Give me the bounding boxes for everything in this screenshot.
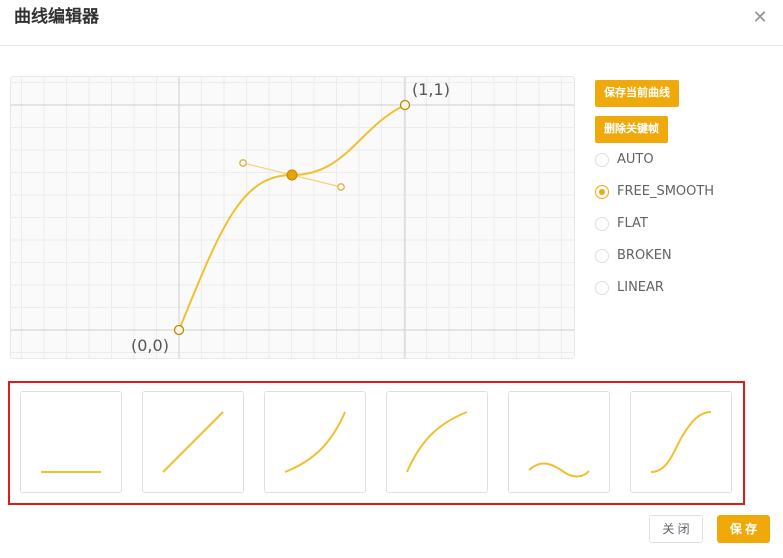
keyframe-point-end[interactable] (399, 99, 411, 111)
curve-presets-panel (8, 381, 745, 505)
radio-label: FLAT (617, 216, 648, 231)
close-button[interactable]: 关 闭 (649, 515, 703, 543)
preset-ease-out[interactable] (386, 391, 488, 493)
close-icon[interactable]: ✕ (750, 8, 770, 28)
curve-editor-dialog: 曲线编辑器 ✕ (0,0) (1,1) 保存当前曲线 删除关键帧 AUTO FR… (0, 0, 783, 558)
radio-circle[interactable] (595, 153, 609, 167)
save-curve-button[interactable]: 保存当前曲线 (595, 80, 679, 107)
end-label: (1,1) (412, 80, 450, 99)
radio-auto[interactable]: AUTO (595, 150, 765, 170)
preset-wave-icon (528, 462, 590, 478)
preset-wave[interactable] (508, 391, 610, 493)
keyframe-point-start[interactable] (173, 324, 185, 336)
radio-label: AUTO (617, 152, 654, 167)
preset-ease-in[interactable] (264, 391, 366, 493)
radio-label: FREE_SMOOTH (617, 184, 715, 199)
preset-constant[interactable] (20, 391, 122, 493)
keyframe-point-selected[interactable] (286, 169, 298, 181)
radio-circle[interactable] (595, 281, 609, 295)
tangent-handle-line-right (291, 174, 342, 188)
origin-label: (0,0) (131, 336, 169, 355)
tangent-handle-left[interactable] (239, 159, 247, 167)
curve-graph[interactable]: (0,0) (1,1) (11, 77, 575, 359)
minor-grid (11, 77, 574, 358)
radio-circle[interactable] (595, 249, 609, 263)
radio-label: BROKEN (617, 248, 672, 263)
preset-ease-in-out-icon (650, 411, 712, 473)
preset-ease-in-out[interactable] (630, 391, 732, 493)
radio-label: LINEAR (617, 280, 664, 295)
radio-linear[interactable]: LINEAR (595, 278, 765, 298)
preset-linear[interactable] (142, 391, 244, 493)
radio-circle-checked[interactable] (595, 185, 609, 199)
dialog-title: 曲线编辑器 (14, 7, 99, 27)
preset-constant-icon (41, 471, 101, 473)
curve-canvas[interactable]: (0,0) (1,1) (10, 76, 575, 359)
preset-ease-in-icon (284, 411, 346, 473)
radio-circle[interactable] (595, 217, 609, 231)
tangent-handle-line-left (242, 162, 293, 176)
save-button[interactable]: 保 存 (717, 515, 770, 543)
tangent-handle-right[interactable] (337, 183, 345, 191)
radio-broken[interactable]: BROKEN (595, 246, 765, 266)
radio-free-smooth[interactable]: FREE_SMOOTH (595, 182, 765, 202)
preset-linear-icon (162, 411, 224, 473)
dialog-header: 曲线编辑器 ✕ (0, 0, 783, 46)
preset-ease-out-icon (406, 411, 468, 473)
radio-flat[interactable]: FLAT (595, 214, 765, 234)
delete-keyframe-button[interactable]: 删除关键帧 (595, 116, 668, 143)
